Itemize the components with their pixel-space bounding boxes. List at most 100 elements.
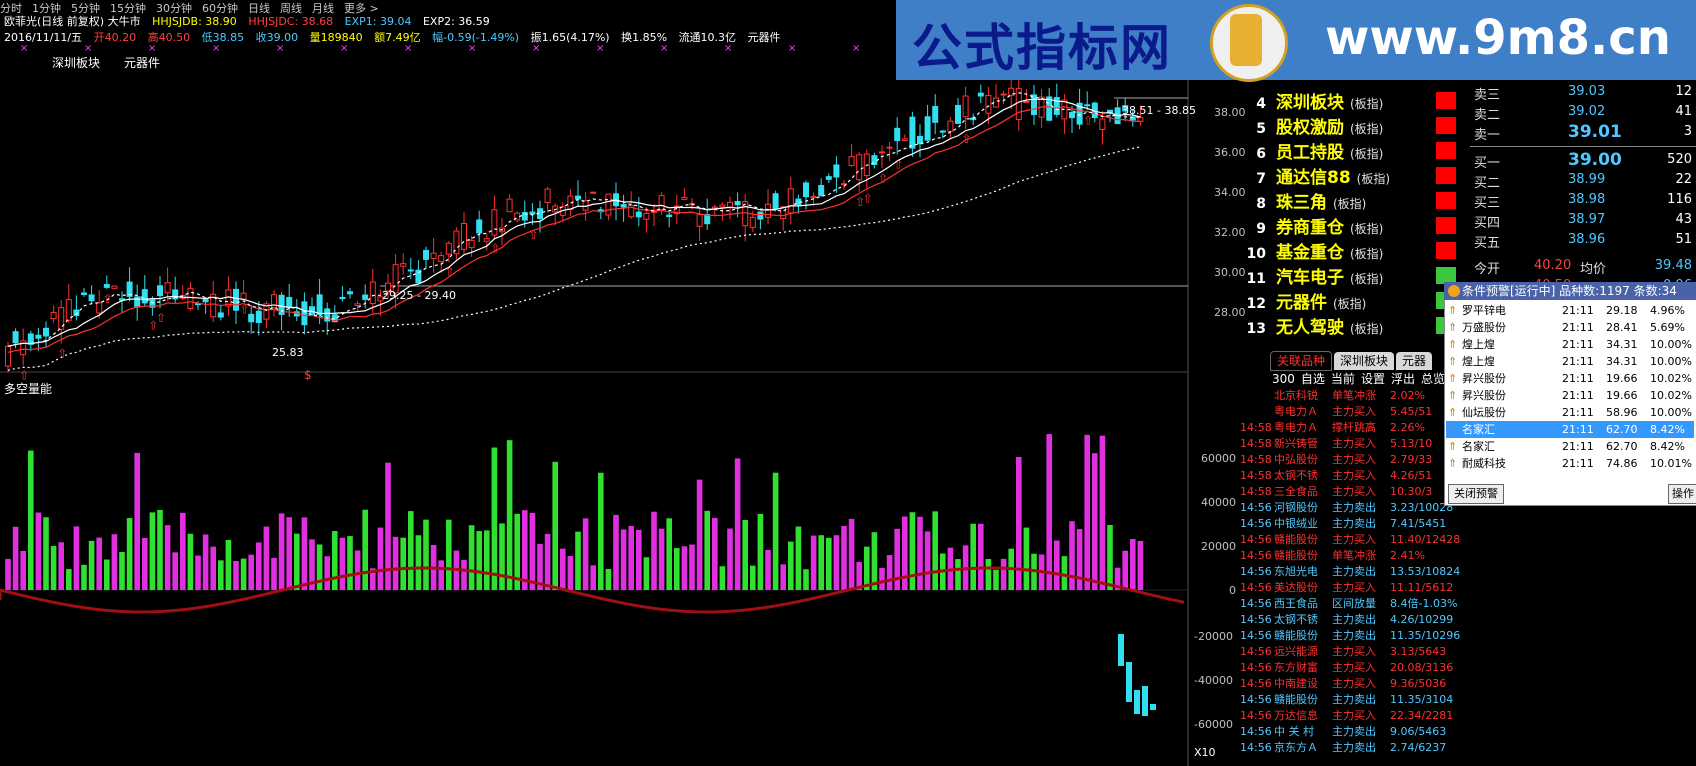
high-value: 高40.50 xyxy=(147,31,191,44)
quote-level: 买四 38.97 43 xyxy=(1470,212,1696,231)
trade-row[interactable]: 14:56 赣能股份 主力卖出 11.35/10296 xyxy=(1240,628,1472,644)
quote-divider xyxy=(1470,146,1696,147)
trade-row[interactable]: 14:56 远兴能源 主力买入 3.13/5643 xyxy=(1240,644,1472,660)
alert-operate-button[interactable]: 操作 xyxy=(1668,484,1696,504)
trade-row[interactable]: 粤电力Ａ 主力买入 5.45/51 xyxy=(1240,404,1472,420)
toolbar-item[interactable]: 300 xyxy=(1272,372,1295,386)
toolbar-item[interactable]: 当前 xyxy=(1331,372,1355,386)
quote-level-volume: 51 xyxy=(1675,232,1692,247)
trade-value: 11.11/5612 xyxy=(1390,581,1454,594)
volume-bar xyxy=(719,566,726,590)
trade-row[interactable]: 14:56 赣能股份 主力卖出 11.35/3104 xyxy=(1240,692,1472,708)
candle-body xyxy=(529,211,536,215)
volume-bar xyxy=(1099,435,1106,590)
trade-row[interactable]: 14:56 西王食品 区间放量 8.4倍-1.03% xyxy=(1240,596,1472,612)
alert-row[interactable]: ⇑ 名家汇 21:11 62.70 8.42% xyxy=(1446,438,1694,455)
alert-price: 29.18 xyxy=(1606,304,1638,317)
related-tab[interactable]: 元器 xyxy=(1396,352,1433,370)
close-value: 收39.00 xyxy=(255,31,299,44)
sector-item[interactable]: 4 深圳板块 (板指) xyxy=(1240,88,1420,113)
candle-body xyxy=(339,296,346,300)
trade-row[interactable]: 14:56 太钢不锈 主力卖出 4.26/10299 xyxy=(1240,612,1472,628)
alert-pct: 10.00% xyxy=(1650,406,1692,419)
trade-row[interactable]: 14:56 赣能股份 单笔冲涨 2.41% xyxy=(1240,548,1472,564)
alert-row[interactable]: ⇑ 昇兴股份 21:11 19.66 10.02% xyxy=(1446,370,1694,387)
alert-row[interactable]: ⇑ 万盛股份 21:11 28.41 5.69% xyxy=(1446,319,1694,336)
volume-bar xyxy=(499,523,505,590)
trade-row[interactable]: 14:56 河钢股份 主力卖出 3.23/10028 xyxy=(1240,500,1472,516)
candle-body xyxy=(575,195,581,200)
toolbar-item[interactable]: 自选 xyxy=(1301,372,1325,386)
candle-body xyxy=(202,298,209,303)
sector-item[interactable]: 13 无人驾驶 (板指) xyxy=(1240,313,1420,338)
quote-level-volume: 520 xyxy=(1667,152,1692,167)
related-tab[interactable]: 深圳板块 xyxy=(1334,352,1395,370)
volume-bar xyxy=(689,544,695,590)
volume-bar xyxy=(552,461,558,590)
trade-row[interactable]: 14:56 中银绒业 主力卖出 7.41/5451 xyxy=(1240,516,1472,532)
candle-body xyxy=(461,223,467,250)
volume-bar xyxy=(20,550,26,590)
sector-status-block xyxy=(1436,142,1456,159)
volume-bar xyxy=(1023,527,1030,590)
trade-row[interactable]: 北京科锐 单笔冲涨 2.02% xyxy=(1240,388,1472,404)
toolbar-item[interactable]: 浮出 xyxy=(1391,372,1415,386)
volume-bar xyxy=(742,519,748,590)
sector-item[interactable]: 12 元器件 (板指) xyxy=(1240,288,1420,313)
trade-row[interactable]: 14:56 赣能股份 主力买入 11.40/12428 xyxy=(1240,532,1472,548)
volume-bar xyxy=(423,519,429,590)
quote-level-price: 39.02 xyxy=(1568,104,1606,119)
trade-row[interactable]: 14:56 京东方Ａ 主力卖出 2.74/6237 xyxy=(1240,740,1472,756)
trade-stock: 粤电力Ａ xyxy=(1274,405,1318,418)
volume-bar xyxy=(294,533,300,590)
candle-body xyxy=(939,130,946,133)
trade-row[interactable]: 14:58 中弘股份 主力买入 2.79/33 xyxy=(1240,452,1472,468)
trade-action: 主力买入 xyxy=(1332,533,1376,546)
trade-row[interactable]: 14:58 粤电力Ａ 撑杆跳高 2.26% xyxy=(1240,420,1472,436)
alert-title[interactable]: 条件预警[运行中] 品种数:1197 条数:34 xyxy=(1444,282,1696,300)
sector-item[interactable]: 11 汽车电子 (板指) xyxy=(1240,263,1420,288)
negative-bar xyxy=(1134,690,1140,714)
related-tabs: 关联品种 深圳板块 元器 xyxy=(1270,351,1434,371)
sector-item[interactable]: 6 员工持股 (板指) xyxy=(1240,138,1420,163)
alert-stock-name: 仙坛股份 xyxy=(1462,406,1506,419)
trade-row[interactable]: 14:58 三全食品 主力买入 10.30/3 xyxy=(1240,484,1472,500)
trade-row[interactable]: 14:56 中 关 村 主力卖出 9.06/5463 xyxy=(1240,724,1472,740)
alert-row[interactable]: ⇑ 罗平锌电 21:11 29.18 4.96% xyxy=(1446,302,1694,319)
sector-item[interactable]: 7 通达信88 (板指) xyxy=(1240,163,1420,188)
toolbar-item[interactable]: 总览 xyxy=(1421,372,1445,386)
alert-row[interactable]: ⇑ 煌上煌 21:11 34.31 10.00% xyxy=(1446,336,1694,353)
sector-item[interactable]: 5 股权激励 (板指) xyxy=(1240,113,1420,138)
sector-item[interactable]: 9 券商重仓 (板指) xyxy=(1240,213,1420,238)
trade-row[interactable]: 14:56 美达股份 主力买入 11.11/5612 xyxy=(1240,580,1472,596)
trade-row[interactable]: 14:56 中南建设 主力买入 9.36/5036 xyxy=(1240,676,1472,692)
volume-bar xyxy=(240,558,247,590)
toolbar-item[interactable]: 设置 xyxy=(1361,372,1385,386)
alert-row[interactable]: ⇑ 仙坛股份 21:11 58.96 10.00% xyxy=(1446,404,1694,421)
trade-action: 主力卖出 xyxy=(1332,613,1376,626)
close-alert-button[interactable]: 关闭预警 xyxy=(1448,484,1504,504)
volume-bar xyxy=(377,527,384,590)
sector-item[interactable]: 10 基金重仓 (板指) xyxy=(1240,238,1420,263)
trade-row[interactable]: 14:56 万达信息 主力买入 22.34/2281 xyxy=(1240,708,1472,724)
trade-row[interactable]: 14:58 新兴铸管 主力买入 5.13/10 xyxy=(1240,436,1472,452)
trade-row[interactable]: 14:56 东旭光电 主力卖出 13.53/10824 xyxy=(1240,564,1472,580)
alert-row[interactable]: ⇑ 煌上煌 21:11 34.31 10.00% xyxy=(1446,353,1694,370)
related-tab[interactable]: 关联品种 xyxy=(1270,351,1333,371)
alert-row[interactable]: ⇑ 耐威科技 21:11 74.86 10.01% xyxy=(1446,455,1694,472)
alert-row[interactable]: ⇑ 昇兴股份 21:11 19.66 10.02% xyxy=(1446,387,1694,404)
quote-level-label: 卖二 xyxy=(1474,108,1501,123)
alert-list[interactable]: ⇑ 罗平锌电 21:11 29.18 4.96% ⇑ 万盛股份 21:11 28.41 5.69%… xyxy=(1446,302,1694,472)
quote-panel: 卖三 39.03 12 卖二 39.02 41 卖一 39.01 3 买一 39.00 520 买二 38… xyxy=(1470,80,1696,297)
candle-body xyxy=(787,188,794,214)
kline-chart[interactable]: ⇧⇧⇧⇧⇧⇧⇧⇧⇧⇧⇧⇧⇧⇧⇧× × × × × × × × × × × × × × xyxy=(0,0,1240,766)
trade-row[interactable]: 14:58 太钢不锈 主力买入 4.26/51 xyxy=(1240,468,1472,484)
trade-row[interactable]: 14:56 东方财富 主力买入 20.08/3136 xyxy=(1240,660,1472,676)
hhjsjdb-value: HHJSJDB: 38.90 xyxy=(152,15,237,28)
candle-body xyxy=(651,210,657,213)
sector-item[interactable]: 8 珠三角 (板指) xyxy=(1240,188,1420,213)
alert-row[interactable]: ⇑ 名家汇 21:11 62.70 8.42% xyxy=(1446,421,1694,438)
trade-value: 2.74/6237 xyxy=(1390,741,1447,754)
candle-body xyxy=(848,156,855,166)
candle-body xyxy=(833,164,840,178)
